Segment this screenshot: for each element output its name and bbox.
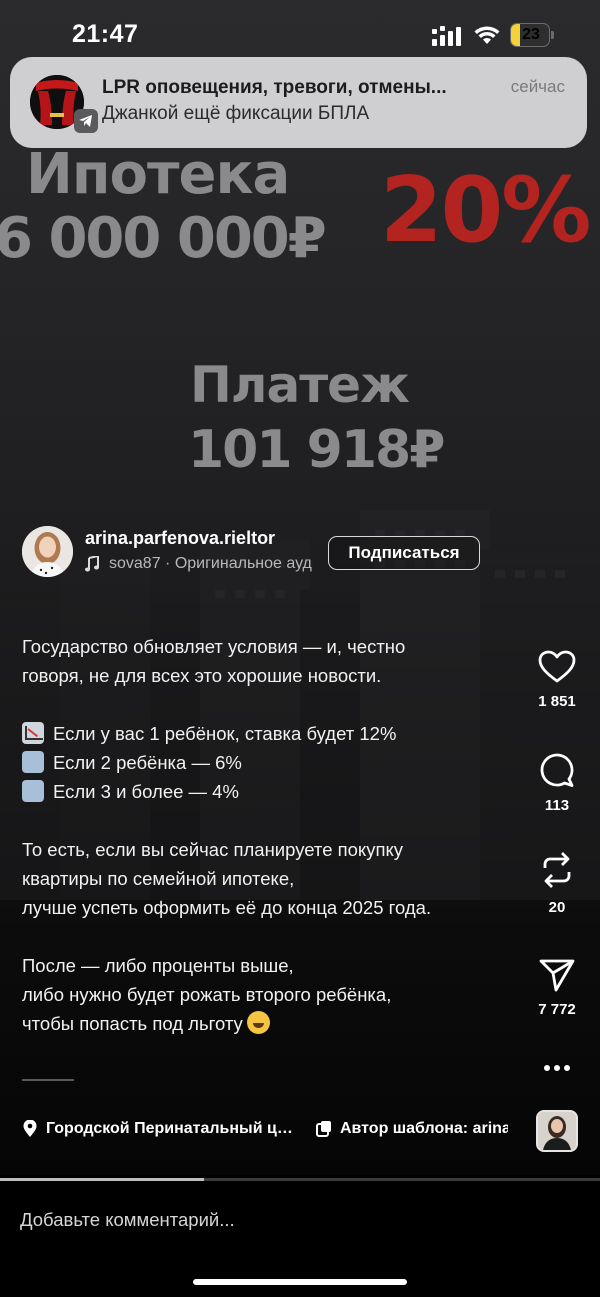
caption-line: То есть, если вы сейчас планируете покуп…	[22, 839, 404, 860]
caption-line: квартиры по семейной ипотеке,	[22, 868, 295, 889]
caption-bullet: Если 2 ребёнка — 6%	[53, 752, 242, 773]
status-bar: 21:47 23	[0, 0, 600, 60]
template-icon	[316, 1121, 331, 1137]
repost-button[interactable]: 20	[528, 850, 586, 916]
battery-percent: 23	[522, 26, 540, 43]
caption-line: чтобы попасть под льготу	[22, 1013, 243, 1034]
repost-count: 20	[548, 899, 566, 916]
mortgage-label: Ипотека	[26, 142, 290, 207]
payment-label: Платеж	[190, 356, 410, 414]
caption-line: говоря, не для всех это хорошие новости.	[22, 665, 382, 686]
video-progress-bar[interactable]	[0, 1178, 600, 1181]
location-tag[interactable]: Городской Перинатальный центр	[22, 1120, 298, 1138]
grinning-sweat-icon	[246, 1011, 270, 1034]
send-icon	[539, 959, 575, 992]
telegram-icon	[74, 109, 98, 133]
location-pin-icon	[23, 1120, 37, 1137]
chart-decreasing-icon	[22, 722, 44, 744]
mortgage-amount: 6 000 000₽	[0, 206, 327, 271]
more-options-icon[interactable]	[543, 1062, 571, 1074]
template-tag[interactable]: Автор шаблона: arina.parfenova	[316, 1120, 508, 1138]
interest-rate: 20%	[380, 158, 591, 263]
like-button[interactable]: 1 851	[528, 650, 586, 710]
notification-banner[interactable]: LPR оповещения, тревоги, отмены... сейча…	[10, 57, 587, 148]
video-progress-fill	[0, 1178, 204, 1181]
share-count: 7 772	[538, 1001, 576, 1018]
caption-line: лучше успеть оформить её до конца 2025 г…	[22, 897, 432, 918]
battery-icon: 23	[510, 23, 554, 47]
caption-line: После — либо проценты выше,	[22, 955, 294, 976]
template-text: Автор шаблона: arina.parfenova	[340, 1120, 508, 1137]
family-icon	[22, 751, 44, 773]
comment-bubble-icon	[540, 753, 574, 787]
status-time: 21:47	[72, 20, 139, 48]
family-icon	[22, 780, 44, 802]
wifi-icon	[474, 26, 500, 44]
notification-time: сейчас	[510, 77, 565, 96]
like-count: 1 851	[538, 693, 576, 710]
heart-icon	[538, 650, 576, 683]
caption-line: либо нужно будет рожать второго ребёнка,	[22, 984, 392, 1005]
comment-count: 113	[544, 797, 570, 814]
post-caption[interactable]: Государство обновляет условия — и, честн…	[22, 632, 502, 1038]
music-note-icon	[85, 556, 99, 572]
audio-link[interactable]: sova87 · Оригинальное аудио	[85, 555, 313, 573]
payment-amount: 101 918₽	[188, 420, 445, 480]
repost-icon	[543, 852, 571, 888]
author-username[interactable]: arina.parfenova.rieltor	[85, 528, 275, 549]
caption-bullet: Если у вас 1 ребёнок, ставка будет 12%	[53, 723, 397, 744]
audio-text: sova87 · Оригинальное аудио	[109, 555, 313, 572]
notification-title: LPR оповещения, тревоги, отмены...	[102, 77, 447, 98]
template-thumbnail[interactable]	[536, 1110, 578, 1152]
home-indicator[interactable]	[193, 1279, 407, 1285]
caption-bullet: Если 3 и более — 4%	[53, 781, 239, 802]
follow-button[interactable]: Подписаться	[328, 536, 480, 570]
comment-button[interactable]: 113	[528, 752, 586, 814]
share-button[interactable]: 7 772	[528, 958, 586, 1018]
caption-divider	[22, 1079, 74, 1081]
author-avatar[interactable]	[22, 526, 73, 577]
comment-input[interactable]: Добавьте комментарий...	[20, 1209, 235, 1231]
notification-body: Джанкой ещё фиксации БПЛА	[102, 103, 370, 124]
location-text: Городской Перинатальный центр	[46, 1120, 298, 1137]
cellular-signal-icon	[432, 26, 461, 46]
caption-line: Государство обновляет условия — и, честн…	[22, 636, 406, 657]
